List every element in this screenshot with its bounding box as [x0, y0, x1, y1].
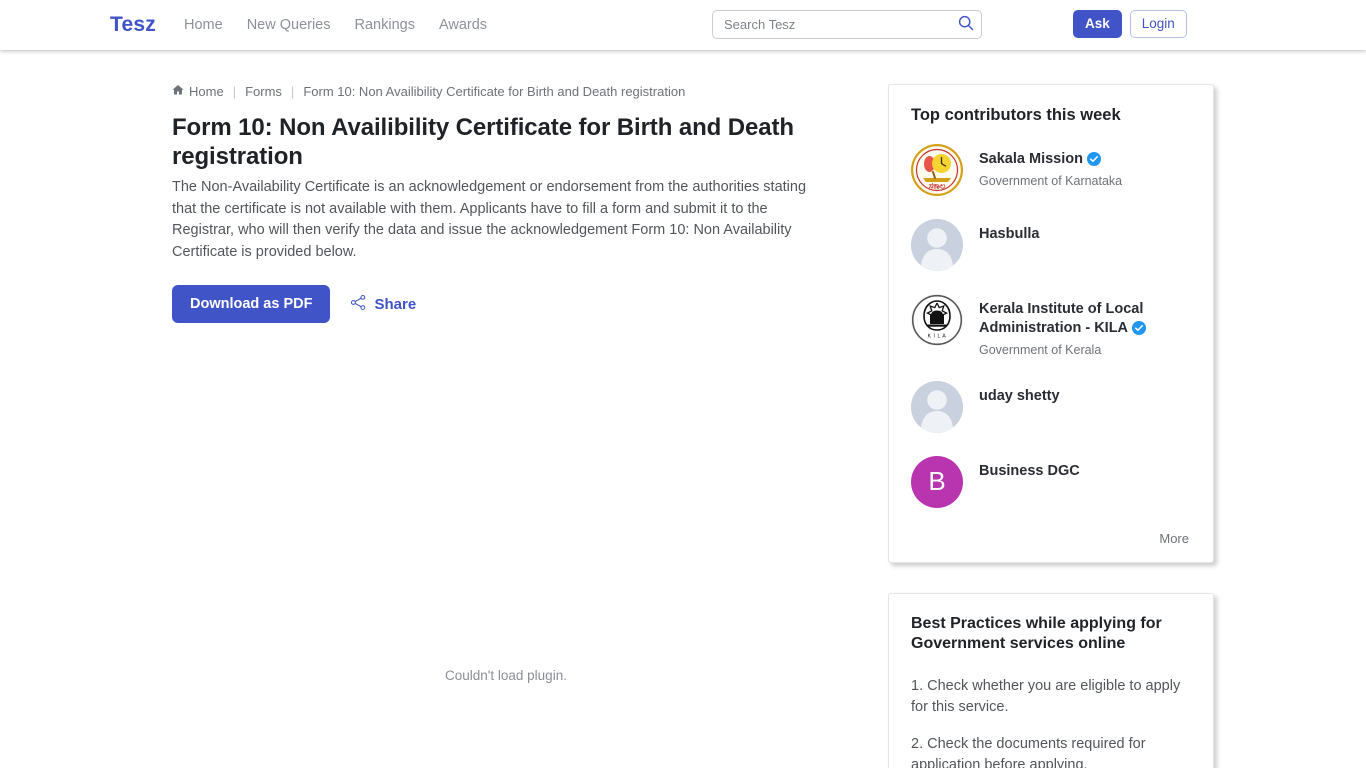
nav-item-awards[interactable]: Awards	[439, 17, 487, 33]
user-silhouette-icon	[911, 219, 963, 271]
page-body: Home | Forms | Form 10: Non Availibility…	[0, 50, 1366, 768]
best-practices-card: Best Practices while applying for Govern…	[888, 592, 1214, 768]
verified-badge-icon	[1132, 320, 1147, 340]
breadcrumb-forms-link[interactable]: Forms	[245, 84, 282, 99]
svg-text:K I L A: K I L A	[928, 334, 947, 340]
sidebar: Top contributors this week ಸಕಾಲ Sakala M…	[888, 84, 1214, 768]
best-practices-title: Best Practices while applying for Govern…	[911, 614, 1162, 652]
default-user-avatar	[911, 380, 963, 433]
search-bar	[712, 10, 982, 39]
initial-avatar: B	[911, 455, 963, 508]
svg-text:ಸಕಾಲ: ಸಕಾಲ	[929, 181, 946, 191]
breadcrumb-home-link[interactable]: Home	[172, 84, 224, 99]
search-input[interactable]	[713, 11, 951, 38]
main-content-column: Home | Forms | Form 10: Non Availibility…	[172, 84, 852, 323]
user-silhouette-icon	[911, 380, 963, 433]
contributor-text: Hasbulla	[979, 219, 1039, 244]
contributor-item[interactable]: ಸಕಾಲ Sakala Mission Government of Karnat…	[911, 144, 1191, 196]
breadcrumb-separator-2: |	[290, 84, 295, 99]
share-icon	[350, 294, 367, 315]
contributor-item[interactable]: uday shetty	[911, 380, 1191, 433]
search-icon	[958, 15, 974, 34]
verified-badge-icon	[1086, 152, 1101, 171]
default-user-avatar	[911, 219, 963, 271]
contributor-text: Sakala Mission Government of Karnataka	[979, 144, 1122, 189]
breadcrumb-home-label: Home	[189, 84, 224, 99]
plugin-error-message: Couldn't load plugin.	[445, 668, 567, 683]
contributor-item[interactable]: Hasbulla	[911, 219, 1191, 271]
contributors-title: Top contributors this week	[911, 106, 1121, 124]
share-label: Share	[374, 295, 417, 313]
sakala-mission-logo-avatar: ಸಕಾಲ	[911, 144, 963, 196]
contributor-item[interactable]: B Business DGC	[911, 455, 1191, 508]
nav-item-new-queries[interactable]: New Queries	[247, 17, 331, 33]
sakala-mission-logo-icon: ಸಕಾಲ	[911, 144, 963, 196]
main-navigation: Home New Queries Rankings Awards	[184, 17, 487, 33]
download-pdf-button[interactable]: Download as PDF	[172, 285, 331, 323]
contributor-text: Kerala Institute of Local Administration…	[979, 294, 1191, 358]
kila-emblem-icon: K I L A	[911, 294, 963, 346]
nav-item-rankings[interactable]: Rankings	[355, 17, 415, 33]
page-title: Form 10: Non Availibility Certificate fo…	[172, 114, 794, 170]
contributor-name: Sakala Mission	[979, 151, 1083, 167]
nav-item-home[interactable]: Home	[184, 17, 223, 33]
header-actions: Ask Login	[1073, 10, 1187, 39]
breadcrumb-separator-1: |	[232, 84, 237, 99]
breadcrumb: Home | Forms | Form 10: Non Availibility…	[172, 84, 852, 99]
contributor-text: uday shetty	[979, 381, 1060, 406]
contributor-item[interactable]: K I L A Kerala Institute of Local Admini…	[911, 294, 1191, 358]
site-header: Tesz Home New Queries Rankings Awards As…	[0, 0, 1366, 50]
action-row: Download as PDF Share	[172, 285, 852, 323]
login-button[interactable]: Login	[1129, 10, 1187, 39]
contributor-name: Hasbulla	[979, 226, 1040, 242]
top-contributors-card: Top contributors this week ಸಕಾಲ Sakala M…	[888, 84, 1214, 563]
best-practice-item: 1. Check whether you are eligible to app…	[911, 677, 1181, 715]
ask-button[interactable]: Ask	[1073, 10, 1122, 39]
pdf-plugin-area: Couldn't load plugin.	[172, 380, 840, 768]
more-contributors-link[interactable]: More	[911, 531, 1191, 550]
contributor-name: Business DGC	[979, 462, 1080, 479]
avatar-initial-letter: B	[928, 466, 946, 496]
best-practice-item: 2. Check the documents required for appl…	[911, 735, 1146, 768]
kila-emblem-logo-avatar: K I L A	[911, 294, 963, 346]
search-button[interactable]	[951, 11, 981, 38]
contributor-org: Government of Kerala	[979, 342, 1102, 357]
page-description: The Non-Availability Certificate is an a…	[172, 179, 807, 260]
share-button[interactable]: Share	[350, 294, 416, 315]
brand-logo[interactable]: Tesz	[110, 13, 156, 37]
contributor-text: Business DGC	[979, 456, 1080, 481]
contributor-name: uday shetty	[979, 387, 1060, 404]
breadcrumb-current: Form 10: Non Availibility Certificate fo…	[303, 84, 686, 99]
contributor-org: Government of Karnataka	[979, 174, 1123, 188]
home-icon	[172, 84, 184, 99]
contributor-name: Kerala Institute of Local Administration…	[979, 301, 1144, 336]
